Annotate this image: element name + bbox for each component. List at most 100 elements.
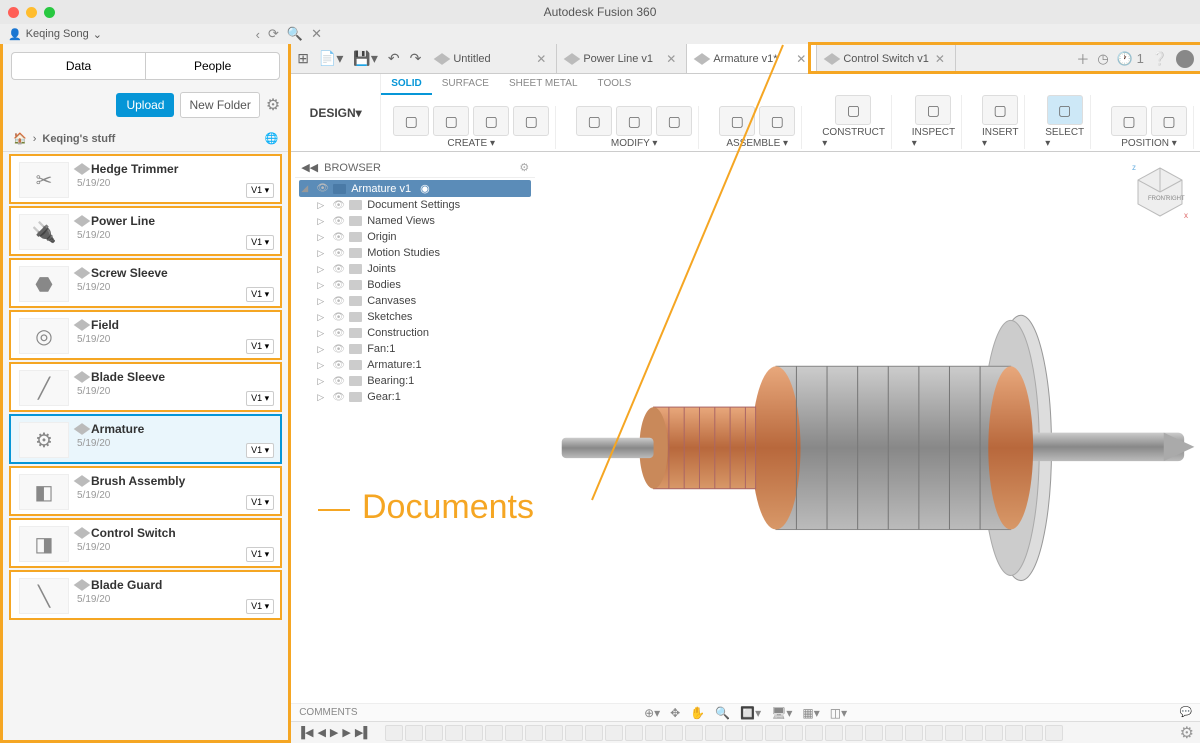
timeline-step[interactable] — [465, 725, 483, 741]
timeline-fwd-icon[interactable]: ▶ — [342, 726, 350, 739]
doc-tab[interactable]: Armature v1* ✕ — [687, 44, 817, 73]
tree-item[interactable]: ▷👁Named Views — [315, 213, 531, 229]
save-icon[interactable]: 💾▾ — [353, 50, 377, 67]
close-window-button[interactable] — [8, 7, 19, 18]
tree-item[interactable]: ▷👁Armature:1 — [315, 357, 531, 373]
file-list[interactable]: ✂ Hedge Trimmer 5/19/20 V1 ▾ 🔌 Power Lin… — [3, 152, 288, 740]
tool-icon[interactable]: ▢ — [982, 95, 1018, 125]
grid-icon[interactable]: ▦▾ — [802, 706, 819, 720]
group-label[interactable]: INSERT ▾ — [982, 127, 1018, 149]
timeline-step[interactable] — [605, 725, 623, 741]
tree-item[interactable]: ▷👁Gear:1 — [315, 389, 531, 405]
tab-data[interactable]: Data — [11, 52, 145, 80]
comments-label[interactable]: COMMENTS — [299, 707, 357, 718]
group-label[interactable]: SELECT ▾ — [1045, 127, 1084, 149]
timeline-step[interactable] — [985, 725, 1003, 741]
timeline-step[interactable] — [965, 725, 983, 741]
timeline-step[interactable] — [625, 725, 643, 741]
group-label[interactable]: POSITION ▾ — [1121, 138, 1177, 149]
user-name[interactable]: Keqing Song — [26, 28, 89, 40]
timeline-step[interactable] — [1045, 725, 1063, 741]
tool-icon[interactable]: ▢ — [616, 106, 652, 136]
timeline-step[interactable] — [565, 725, 583, 741]
file-item[interactable]: ⚙ Armature 5/19/20 V1 ▾ — [9, 414, 282, 464]
file-item[interactable]: ╲ Blade Guard 5/19/20 V1 ▾ — [9, 570, 282, 620]
tree-item[interactable]: ▷👁Canvases — [315, 293, 531, 309]
clock-icon[interactable]: 🕐 1 — [1117, 51, 1144, 67]
timeline-step[interactable] — [685, 725, 703, 741]
file-item[interactable]: 🔌 Power Line 5/19/20 V1 ▾ — [9, 206, 282, 256]
file-item[interactable]: ◨ Control Switch 5/19/20 V1 ▾ — [9, 518, 282, 568]
gear-icon[interactable]: ⚙ — [1180, 723, 1194, 743]
timeline-step[interactable] — [1005, 725, 1023, 741]
home-icon[interactable]: 🏠 — [13, 132, 27, 145]
tool-icon[interactable]: ▢ — [759, 106, 795, 136]
timeline-step[interactable] — [925, 725, 943, 741]
chevron-down-icon[interactable]: ⌄ — [93, 28, 102, 41]
group-label[interactable]: MODIFY ▾ — [611, 138, 658, 149]
tool-icon[interactable]: ▢ — [393, 106, 429, 136]
timeline-step[interactable] — [865, 725, 883, 741]
tree-item[interactable]: ▷👁Bearing:1 — [315, 373, 531, 389]
timeline-play-icon[interactable]: ▶ — [330, 726, 338, 739]
timeline-step[interactable] — [725, 725, 743, 741]
help-icon[interactable]: ❔ — [1152, 51, 1168, 67]
browser-panel[interactable]: ◀◀ BROWSER ⚙ ◢👁 Armature v1◉ ▷👁Document … — [295, 158, 535, 407]
gear-icon[interactable]: ⚙ — [519, 161, 529, 174]
timeline-step[interactable] — [885, 725, 903, 741]
zoom-icon[interactable]: 🔍 — [715, 706, 730, 720]
timeline-step[interactable] — [1025, 725, 1043, 741]
timeline-step[interactable] — [445, 725, 463, 741]
tool-icon[interactable]: ▢ — [915, 95, 951, 125]
tool-icon[interactable]: ▢ — [835, 95, 871, 125]
pan-icon[interactable]: ✥ — [670, 706, 680, 720]
gear-icon[interactable]: ⚙ — [266, 95, 280, 115]
tree-item[interactable]: ▷👁Fan:1 — [315, 341, 531, 357]
display-icon[interactable]: 🖥▾ — [771, 706, 792, 720]
group-label[interactable]: ASSEMBLE ▾ — [726, 138, 788, 149]
timeline-step[interactable] — [585, 725, 603, 741]
version-dropdown[interactable]: V1 ▾ — [246, 547, 274, 562]
file-item[interactable]: ◎ Field 5/19/20 V1 ▾ — [9, 310, 282, 360]
tool-icon[interactable]: ▢ — [433, 106, 469, 136]
collapse-icon[interactable]: ◀◀ — [301, 161, 318, 174]
timeline-step[interactable] — [645, 725, 663, 741]
maximize-window-button[interactable] — [44, 7, 55, 18]
tool-icon[interactable]: ▢ — [719, 106, 755, 136]
ribbon-tab[interactable]: SHEET METAL — [499, 74, 588, 95]
timeline-step[interactable] — [385, 725, 403, 741]
extension-icon[interactable]: ◷ — [1097, 51, 1108, 67]
version-dropdown[interactable]: V1 ▾ — [246, 599, 274, 614]
timeline-step[interactable] — [525, 725, 543, 741]
file-item[interactable]: ⬣ Screw Sleeve 5/19/20 V1 ▾ — [9, 258, 282, 308]
timeline-back-icon[interactable]: ◀ — [317, 726, 325, 739]
version-dropdown[interactable]: V1 ▾ — [246, 443, 274, 458]
version-dropdown[interactable]: V1 ▾ — [246, 287, 274, 302]
timeline-step[interactable] — [745, 725, 763, 741]
file-icon[interactable]: 📄▾ — [319, 50, 343, 67]
upload-button[interactable]: Upload — [116, 93, 174, 117]
minimize-window-button[interactable] — [26, 7, 37, 18]
group-label[interactable]: CONSTRUCT ▾ — [822, 127, 885, 149]
version-dropdown[interactable]: V1 ▾ — [246, 339, 274, 354]
tool-icon[interactable]: ▢ — [576, 106, 612, 136]
timeline-step[interactable] — [805, 725, 823, 741]
timeline[interactable]: ▐◀ ◀ ▶ ▶ ▶▌ ⚙ — [291, 721, 1200, 743]
doc-tab[interactable]: Control Switch v1 ✕ — [817, 44, 956, 73]
redo-icon[interactable]: ↷ — [410, 50, 422, 67]
group-label[interactable]: CREATE ▾ — [447, 138, 495, 149]
version-dropdown[interactable]: V1 ▾ — [246, 235, 274, 250]
close-icon[interactable]: ✕ — [935, 52, 945, 66]
back-icon[interactable]: ‹ — [256, 27, 260, 42]
timeline-step[interactable] — [785, 725, 803, 741]
doc-tab[interactable]: Power Line v1 ✕ — [557, 44, 687, 73]
timeline-step[interactable] — [945, 725, 963, 741]
close-panel-icon[interactable]: ✕ — [311, 26, 322, 42]
view-cube[interactable]: FRONT RIGHT z x — [1130, 160, 1190, 220]
close-icon[interactable]: ✕ — [796, 52, 806, 66]
timeline-step[interactable] — [905, 725, 923, 741]
tool-icon[interactable]: ▢ — [1047, 95, 1083, 125]
file-item[interactable]: ╱ Blade Sleeve 5/19/20 V1 ▾ — [9, 362, 282, 412]
close-icon[interactable]: ✕ — [536, 52, 546, 66]
close-icon[interactable]: ✕ — [666, 52, 676, 66]
